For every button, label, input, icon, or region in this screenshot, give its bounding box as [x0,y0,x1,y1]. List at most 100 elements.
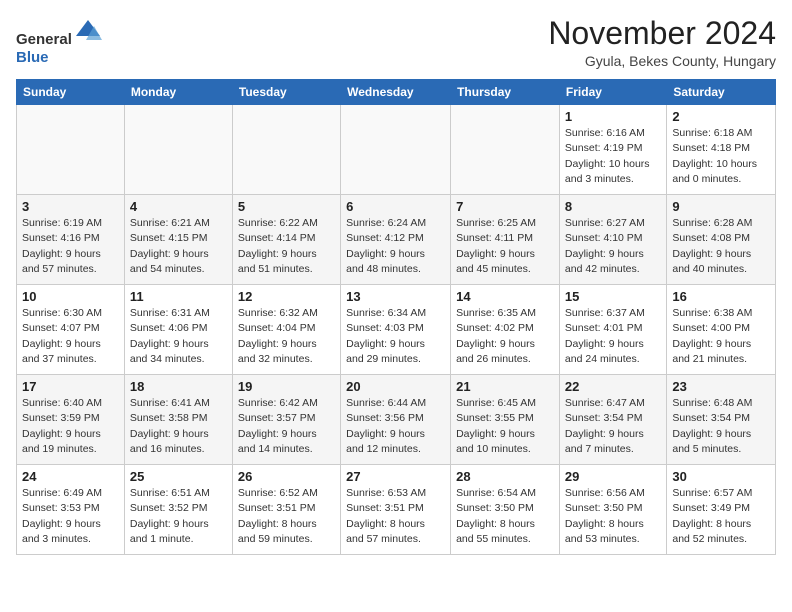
day-info: Sunrise: 6:16 AM Sunset: 4:19 PM Dayligh… [565,126,661,187]
table-row: 20 Sunrise: 6:44 AM Sunset: 3:56 PM Dayli… [341,375,451,465]
day-number: 28 [456,469,554,484]
table-row [17,105,125,195]
day-info: Sunrise: 6:30 AM Sunset: 4:07 PM Dayligh… [22,306,119,367]
col-saturday: Saturday [667,80,776,105]
col-sunday: Sunday [17,80,125,105]
col-tuesday: Tuesday [232,80,340,105]
day-info: Sunrise: 6:21 AM Sunset: 4:15 PM Dayligh… [130,216,227,277]
day-number: 11 [130,289,227,304]
day-number: 30 [672,469,770,484]
week-row-2: 3Sunrise: 6:19 AM Sunset: 4:16 PM Daylig… [17,195,776,285]
calendar-header-row: Sunday Monday Tuesday Wednesday Thursday… [17,80,776,105]
day-info: Sunrise: 6:31 AM Sunset: 4:06 PM Dayligh… [130,306,227,367]
day-info: Sunrise: 6:22 AM Sunset: 4:14 PM Dayligh… [238,216,335,277]
day-info: Sunrise: 6:19 AM Sunset: 4:16 PM Dayligh… [22,216,119,277]
location-subtitle: Gyula, Bekes County, Hungary [548,53,776,69]
day-number: 26 [238,469,335,484]
day-info: Sunrise: 6:32 AM Sunset: 4:04 PM Dayligh… [238,306,335,367]
day-info: Sunrise: 6:38 AM Sunset: 4:00 PM Dayligh… [672,306,770,367]
day-number: 15 [565,289,661,304]
week-row-3: 10 Sunrise: 6:30 AM Sunset: 4:07 PM Dayli… [17,285,776,375]
table-row: 12 Sunrise: 6:32 AM Sunset: 4:04 PM Dayli… [232,285,340,375]
day-info: Sunrise: 6:40 AM Sunset: 3:59 PM Dayligh… [22,396,119,457]
col-friday: Friday [559,80,666,105]
table-row: 21 Sunrise: 6:45 AM Sunset: 3:55 PM Dayli… [451,375,560,465]
header: General Blue November 2024 Gyula, Bekes … [16,16,776,69]
table-row: 14Sunrise: 6:35 AM Sunset: 4:02 PM Dayli… [451,285,560,375]
day-info: Sunrise: 6:28 AM Sunset: 4:08 PM Dayligh… [672,216,770,277]
day-info: Sunrise: 6:49 AM Sunset: 3:53 PM Dayligh… [22,486,119,547]
day-number: 16 [672,289,770,304]
day-number: 19 [238,379,335,394]
day-number: 1 [565,109,661,124]
day-number: 27 [346,469,445,484]
table-row: 1 Sunrise: 6:16 AM Sunset: 4:19 PM Daylig… [559,105,666,195]
calendar: Sunday Monday Tuesday Wednesday Thursday… [16,79,776,555]
day-info: Sunrise: 6:42 AM Sunset: 3:57 PM Dayligh… [238,396,335,457]
week-row-4: 17 Sunrise: 6:40 AM Sunset: 3:59 PM Dayli… [17,375,776,465]
table-row: 15Sunrise: 6:37 AM Sunset: 4:01 PM Dayli… [559,285,666,375]
day-number: 6 [346,199,445,214]
table-row: 25 Sunrise: 6:51 AM Sunset: 3:52 PM Dayli… [124,465,232,555]
day-number: 5 [238,199,335,214]
table-row: 24 Sunrise: 6:49 AM Sunset: 3:53 PM Dayli… [17,465,125,555]
day-info: Sunrise: 6:45 AM Sunset: 3:55 PM Dayligh… [456,396,554,457]
table-row: 10 Sunrise: 6:30 AM Sunset: 4:07 PM Dayli… [17,285,125,375]
table-row: 5 Sunrise: 6:22 AM Sunset: 4:14 PM Daylig… [232,195,340,285]
day-number: 13 [346,289,445,304]
table-row: 3Sunrise: 6:19 AM Sunset: 4:16 PM Daylig… [17,195,125,285]
day-number: 25 [130,469,227,484]
day-number: 17 [22,379,119,394]
month-title: November 2024 [548,16,776,51]
day-number: 9 [672,199,770,214]
table-row: 13 Sunrise: 6:34 AM Sunset: 4:03 PM Dayli… [341,285,451,375]
table-row: 28Sunrise: 6:54 AM Sunset: 3:50 PM Dayli… [451,465,560,555]
table-row: 7 Sunrise: 6:25 AM Sunset: 4:11 PM Daylig… [451,195,560,285]
day-number: 4 [130,199,227,214]
day-info: Sunrise: 6:51 AM Sunset: 3:52 PM Dayligh… [130,486,227,547]
day-number: 24 [22,469,119,484]
table-row: 16 Sunrise: 6:38 AM Sunset: 4:00 PM Dayli… [667,285,776,375]
table-row: 27Sunrise: 6:53 AM Sunset: 3:51 PM Dayli… [341,465,451,555]
logo-icon [74,16,102,44]
table-row: 29Sunrise: 6:56 AM Sunset: 3:50 PM Dayli… [559,465,666,555]
day-info: Sunrise: 6:25 AM Sunset: 4:11 PM Dayligh… [456,216,554,277]
day-info: Sunrise: 6:57 AM Sunset: 3:49 PM Dayligh… [672,486,770,547]
logo-blue: Blue [16,49,49,66]
table-row: 2 Sunrise: 6:18 AM Sunset: 4:18 PM Daylig… [667,105,776,195]
table-row: 17 Sunrise: 6:40 AM Sunset: 3:59 PM Dayli… [17,375,125,465]
day-number: 21 [456,379,554,394]
day-info: Sunrise: 6:44 AM Sunset: 3:56 PM Dayligh… [346,396,445,457]
week-row-5: 24 Sunrise: 6:49 AM Sunset: 3:53 PM Dayli… [17,465,776,555]
table-row: 6 Sunrise: 6:24 AM Sunset: 4:12 PM Daylig… [341,195,451,285]
title-block: November 2024 Gyula, Bekes County, Hunga… [548,16,776,69]
week-row-1: 1 Sunrise: 6:16 AM Sunset: 4:19 PM Daylig… [17,105,776,195]
day-info: Sunrise: 6:56 AM Sunset: 3:50 PM Dayligh… [565,486,661,547]
day-info: Sunrise: 6:48 AM Sunset: 3:54 PM Dayligh… [672,396,770,457]
day-number: 7 [456,199,554,214]
table-row [124,105,232,195]
table-row: 8Sunrise: 6:27 AM Sunset: 4:10 PM Daylig… [559,195,666,285]
logo-general: General [16,31,72,48]
col-wednesday: Wednesday [341,80,451,105]
day-info: Sunrise: 6:35 AM Sunset: 4:02 PM Dayligh… [456,306,554,367]
day-number: 20 [346,379,445,394]
table-row: 22Sunrise: 6:47 AM Sunset: 3:54 PM Dayli… [559,375,666,465]
day-info: Sunrise: 6:27 AM Sunset: 4:10 PM Dayligh… [565,216,661,277]
day-number: 23 [672,379,770,394]
col-monday: Monday [124,80,232,105]
day-number: 10 [22,289,119,304]
col-thursday: Thursday [451,80,560,105]
table-row: 18Sunrise: 6:41 AM Sunset: 3:58 PM Dayli… [124,375,232,465]
day-info: Sunrise: 6:24 AM Sunset: 4:12 PM Dayligh… [346,216,445,277]
table-row [341,105,451,195]
day-info: Sunrise: 6:47 AM Sunset: 3:54 PM Dayligh… [565,396,661,457]
table-row: 9 Sunrise: 6:28 AM Sunset: 4:08 PM Daylig… [667,195,776,285]
table-row: 30 Sunrise: 6:57 AM Sunset: 3:49 PM Dayli… [667,465,776,555]
day-info: Sunrise: 6:18 AM Sunset: 4:18 PM Dayligh… [672,126,770,187]
day-number: 2 [672,109,770,124]
day-number: 12 [238,289,335,304]
day-info: Sunrise: 6:34 AM Sunset: 4:03 PM Dayligh… [346,306,445,367]
day-info: Sunrise: 6:41 AM Sunset: 3:58 PM Dayligh… [130,396,227,457]
table-row [451,105,560,195]
